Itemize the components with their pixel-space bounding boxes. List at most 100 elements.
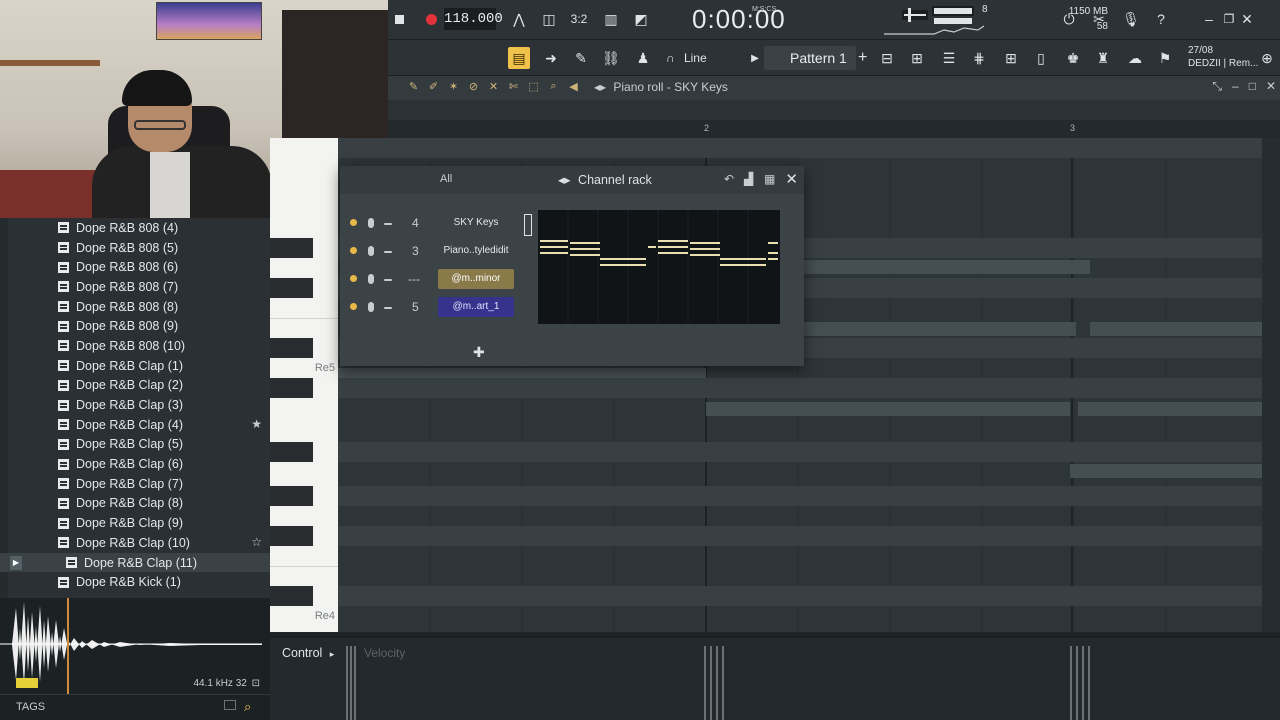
pan-knob[interactable] (368, 218, 374, 228)
channel-row[interactable]: 4 SKY Keys (340, 212, 540, 236)
channel-filter[interactable]: All (440, 173, 452, 185)
browser-item[interactable]: Dope R&B 808 (5) (0, 238, 270, 258)
close-icon[interactable]: ✕ (785, 170, 798, 188)
search-icon[interactable]: ⌕ (244, 699, 258, 714)
browser-item[interactable]: Dope R&B 808 (6) (0, 257, 270, 277)
channel-row[interactable]: --- @m..minor (340, 268, 540, 292)
add-channel-button[interactable]: ✚ (473, 344, 485, 361)
browser-item[interactable]: Dope R&B Clap (7) (0, 474, 270, 494)
browser-item[interactable]: Dope R&B 808 (10) (0, 336, 270, 356)
arrow-icon[interactable]: ◂▸ (594, 80, 606, 94)
mixer-track-number[interactable]: 3 (412, 244, 419, 258)
zoom-icon[interactable]: ⌕ (546, 80, 561, 95)
metronome-icon[interactable]: ⋀ (508, 8, 530, 30)
browser-item[interactable]: Dope R&B Clap (2) (0, 376, 270, 396)
volume-knob[interactable] (384, 223, 392, 225)
pattern-song-toggle-icon[interactable]: ▤ (508, 47, 530, 69)
channel-row[interactable]: 3 Piano..tyledidit (340, 240, 540, 264)
countdown-icon[interactable]: 3:2 (568, 8, 590, 30)
paint-icon[interactable]: ✐ (426, 80, 441, 95)
browser-item[interactable]: Dope R&B Clap (1) (0, 356, 270, 376)
pencil-icon[interactable]: ✎ (406, 80, 421, 95)
news-panel[interactable]: 27/08 DEDZII | Rem... (1188, 44, 1258, 70)
pattern-selector[interactable]: Pattern 1 (764, 46, 856, 70)
browser-icon[interactable]: ⊞ (1000, 47, 1022, 69)
play-preview-icon[interactable]: ▶ (10, 555, 22, 570)
channel-led[interactable] (350, 219, 357, 226)
browser-item[interactable]: Dope R&B Clap (8) (0, 494, 270, 514)
pan-knob[interactable] (368, 302, 374, 312)
close-icon[interactable]: ✕ (1266, 79, 1276, 94)
arrow-right-icon[interactable]: ➜ (540, 47, 562, 69)
minimize-icon[interactable]: – (1198, 8, 1220, 30)
globe-icon[interactable]: ⊕ (1256, 47, 1278, 69)
timeline-ruler[interactable]: 2 3 (388, 120, 1280, 138)
brush-icon[interactable]: ✎ (570, 47, 592, 69)
browser-item[interactable]: Dope R&B Clap (6) (0, 454, 270, 474)
browser-item[interactable]: Dope R&B 808 (7) (0, 277, 270, 297)
pan-knob[interactable] (368, 246, 374, 256)
recorder-icon[interactable]: ♜ (1092, 47, 1114, 69)
grid-view-icon[interactable]: ▦ (764, 172, 775, 186)
sample-preview[interactable]: 44.1 kHz 32 ⊡ (0, 598, 270, 694)
browser-item[interactable]: Dope R&B 808 (8) (0, 297, 270, 317)
shop-icon[interactable]: ⚑ (1154, 47, 1176, 69)
detach-icon[interactable]: ⤡ (1212, 79, 1222, 94)
cloud-icon[interactable]: ☁ (1124, 47, 1146, 69)
step-edit-icon[interactable]: ▥ (600, 8, 622, 30)
link-icon[interactable]: ⛓ (600, 47, 622, 69)
control-selector[interactable]: Control ▸ (282, 646, 334, 660)
volume-knob[interactable] (384, 251, 392, 253)
mic-icon[interactable]: 🎙 (1120, 8, 1142, 30)
plugin-icon[interactable]: ♚ (1062, 47, 1084, 69)
speaker-icon[interactable]: ◀ (566, 80, 581, 95)
channel-led[interactable] (350, 247, 357, 254)
mixer-track-number[interactable]: 5 (412, 300, 419, 314)
channel-led[interactable] (350, 303, 357, 310)
channel-name[interactable]: @m..art_1 (438, 297, 514, 317)
power-icon[interactable]: ⏻ (1058, 8, 1080, 30)
record-button[interactable] (420, 8, 442, 30)
piano-roll-preview[interactable] (538, 210, 780, 324)
channel-name[interactable]: Piano..tyledidit (438, 241, 514, 261)
mute-icon[interactable]: ✕ (486, 80, 501, 95)
channel-rack-icon[interactable]: ☰ (938, 47, 960, 69)
browser-item[interactable]: Dope R&B 808 (9) (0, 316, 270, 336)
mixer-track-number[interactable]: --- (408, 272, 420, 286)
minimize-icon[interactable]: – (1232, 79, 1239, 94)
slice-icon[interactable]: ✄ (506, 80, 521, 95)
scissors-icon[interactable]: ✂ (1088, 8, 1110, 30)
event-lane[interactable]: Control ▸ Velocity (270, 636, 1280, 720)
loop-record-icon[interactable]: ◩ (630, 8, 652, 30)
channel-name[interactable]: @m..minor (438, 269, 514, 289)
mixer-track-number[interactable]: 4 (412, 216, 419, 230)
chop-icon[interactable]: ✶ (446, 80, 461, 95)
save-icon[interactable]: ⊡ (252, 678, 260, 689)
vertical-scrollbar[interactable] (1262, 138, 1280, 632)
stop-button[interactable] (388, 8, 410, 30)
playlist-icon[interactable]: ⊟ (876, 47, 898, 69)
volume-knob[interactable] (384, 279, 392, 281)
piano-roll-icon[interactable]: ⊞ (906, 47, 928, 69)
snap-selector[interactable]: ∩ Line (666, 48, 746, 68)
pan-knob[interactable] (368, 274, 374, 284)
maximize-icon[interactable]: □ (1249, 79, 1256, 94)
tags-label[interactable]: TAGS (16, 701, 45, 713)
favorite-star-icon[interactable]: ☆ (251, 535, 262, 549)
browser-item[interactable]: Dope R&B Clap (9) (0, 513, 270, 533)
browser-item[interactable]: Dope R&B Clap (3) (0, 395, 270, 415)
browser-item[interactable]: Dope R&B Clap (10) ☆ (0, 533, 270, 553)
favorite-star-icon[interactable]: ★ (251, 417, 262, 431)
help-icon[interactable]: ? (1150, 8, 1172, 30)
mixer-icon[interactable]: ⋕ (968, 47, 990, 69)
file-icon[interactable]: ▯ (1030, 47, 1052, 69)
channel-rack-header[interactable]: All ◂▸ Channel rack ↶ ▟ ▦ ✕ (340, 166, 804, 194)
browser-item[interactable]: Dope R&B 808 (4) (0, 218, 270, 238)
channel-name[interactable]: SKY Keys (438, 213, 514, 233)
channel-row[interactable]: 5 @m..art_1 (340, 296, 540, 320)
browser-item[interactable]: ▶ Dope R&B Clap (11) (0, 552, 270, 573)
play-pattern-icon[interactable]: ▶ (744, 47, 766, 69)
volume-knob[interactable] (384, 307, 392, 309)
channel-led[interactable] (350, 275, 357, 282)
browser-item[interactable]: Dope R&B Kick (1) (0, 572, 270, 592)
